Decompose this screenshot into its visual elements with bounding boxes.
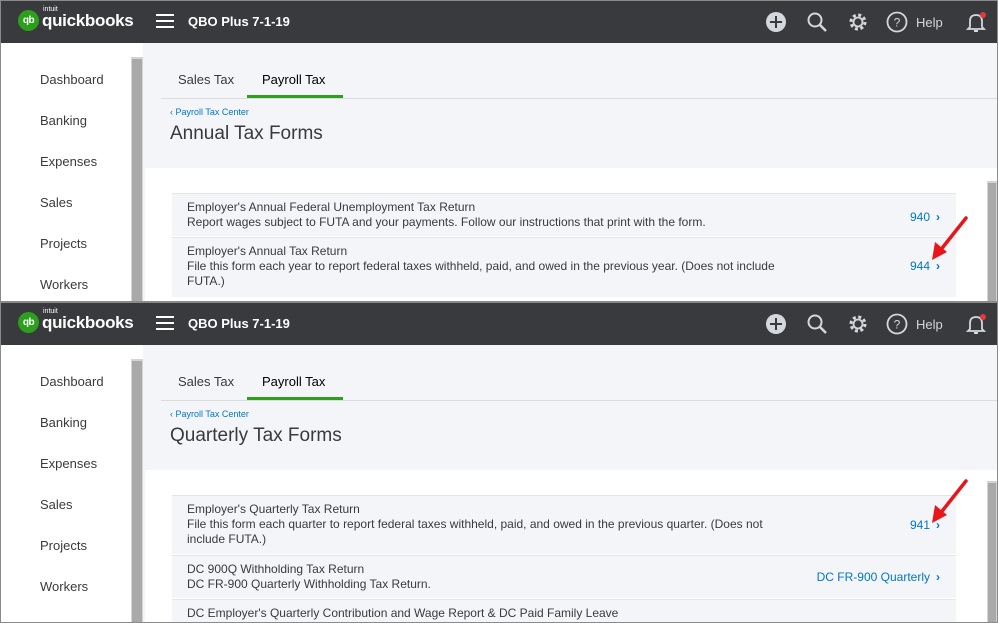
form-row-dc-uc30[interactable]: DC Employer's Quarterly Contribution and… [172,599,956,622]
form-row-941[interactable]: Employer's Quarterly Tax Return File thi… [172,495,956,554]
tab-sales-tax[interactable]: Sales Tax [178,72,234,87]
quickbooks-wordmark: quickbooks [42,10,134,30]
form-title: Employer's Quarterly Tax Return [187,502,360,516]
bell-icon[interactable] [965,313,987,335]
sidebar-item-banking[interactable]: Banking [40,415,87,430]
form-row-dc-900q[interactable]: DC 900Q Withholding Tax Return DC FR-900… [172,555,956,598]
form-description: Report wages subject to FUTA and your pa… [187,215,706,229]
sidebar-item-expenses[interactable]: Expenses [40,154,97,169]
page-title: Annual Tax Forms [170,123,323,144]
active-tab-indicator [247,397,343,400]
annual-forms-window: qb intuit quickbooks QBO Plus 7-1-19 ? H… [0,0,998,302]
chevron-left-icon: ‹ [170,107,173,117]
breadcrumb[interactable]: ‹ Payroll Tax Center [170,409,249,419]
top-navigation-bar: qb intuit quickbooks QBO Plus 7-1-19 ? H… [1,303,997,345]
sidebar-item-workers[interactable]: Workers [40,277,88,292]
menu-icon[interactable] [156,316,174,330]
intuit-label: intuit [43,5,58,13]
help-icon[interactable]: ? [886,11,908,33]
sidebar-item-workers[interactable]: Workers [40,579,88,594]
help-label[interactable]: Help [916,15,943,30]
sidebar-scroll-thumb[interactable] [132,361,142,622]
create-plus-icon[interactable] [765,11,787,33]
quickbooks-logo[interactable]: qb intuit quickbooks [18,6,134,31]
search-icon[interactable] [806,11,828,33]
tab-payroll-tax[interactable]: Payroll Tax [262,374,325,389]
top-navigation-bar: qb intuit quickbooks QBO Plus 7-1-19 ? H… [1,1,997,43]
intuit-label: intuit [43,307,58,315]
notification-dot [980,314,986,320]
menu-icon[interactable] [156,14,174,28]
qb-badge-icon: qb [18,312,39,333]
red-arrow-annotation [932,216,968,260]
svg-text:?: ? [894,318,901,332]
sidebar-item-dashboard[interactable]: Dashboard [40,72,104,87]
svg-text:?: ? [894,16,901,30]
form-description: File this form each quarter to report fe… [187,517,763,546]
red-arrow-annotation [932,479,968,523]
sidebar-item-dashboard[interactable]: Dashboard [40,374,104,389]
form-title: Employer's Annual Tax Return [187,244,348,258]
chevron-left-icon: ‹ [170,409,173,419]
active-tab-indicator [247,95,343,98]
left-sidebar: Dashboard Banking Expenses Sales Project… [1,43,143,301]
notification-dot [980,12,986,18]
create-plus-icon[interactable] [765,313,787,335]
form-row-944[interactable]: Employer's Annual Tax Return File this f… [172,237,956,297]
content-scroll-thumb[interactable] [988,483,996,622]
tab-payroll-tax[interactable]: Payroll Tax [262,72,325,87]
breadcrumb[interactable]: ‹ Payroll Tax Center [170,107,249,117]
help-icon[interactable]: ? [886,313,908,335]
form-description: File this form each year to report feder… [187,259,775,288]
help-label[interactable]: Help [916,317,943,332]
sidebar-item-projects[interactable]: Projects [40,538,87,553]
company-name: QBO Plus 7-1-19 [188,14,290,29]
sidebar-item-projects[interactable]: Projects [40,236,87,251]
sidebar-scroll-thumb[interactable] [132,59,142,301]
chevron-right-icon: › [936,570,940,584]
breadcrumb-link[interactable]: Payroll Tax Center [176,107,249,117]
tax-tabs: Sales Tax Payroll Tax [161,367,997,401]
sidebar-item-sales[interactable]: Sales [40,497,73,512]
left-sidebar: Dashboard Banking Expenses Sales Project… [1,345,143,622]
forms-card: Employer's Annual Federal Unemployment T… [145,168,997,301]
quarterly-forms-window: qb intuit quickbooks QBO Plus 7-1-19 ? H… [0,302,998,623]
sidebar-item-expenses[interactable]: Expenses [40,456,97,471]
form-title: DC Employer's Quarterly Contribution and… [187,606,619,620]
gear-icon[interactable] [847,313,869,335]
sidebar-item-sales[interactable]: Sales [40,195,73,210]
breadcrumb-link[interactable]: Payroll Tax Center [176,409,249,419]
tax-tabs: Sales Tax Payroll Tax [161,65,997,99]
form-title: Employer's Annual Federal Unemployment T… [187,200,476,214]
qb-badge-icon: qb [18,10,39,31]
bell-icon[interactable] [965,11,987,33]
page-title: Quarterly Tax Forms [170,425,342,446]
company-name: QBO Plus 7-1-19 [188,316,290,331]
sidebar-item-banking[interactable]: Banking [40,113,87,128]
forms-card: Employer's Quarterly Tax Return File thi… [145,470,997,622]
form-title: DC 900Q Withholding Tax Return [187,562,365,576]
search-icon[interactable] [806,313,828,335]
form-description: DC FR-900 Quarterly Withholding Tax Retu… [187,577,431,591]
quickbooks-wordmark: quickbooks [42,312,134,332]
gear-icon[interactable] [847,11,869,33]
quickbooks-logo[interactable]: qb intuit quickbooks [18,308,134,333]
form-row-940[interactable]: Employer's Annual Federal Unemployment T… [172,193,956,236]
tab-sales-tax[interactable]: Sales Tax [178,374,234,389]
form-dc-fr-900-link[interactable]: DC FR-900 Quarterly › [817,570,940,584]
content-scroll-thumb[interactable] [988,183,996,301]
